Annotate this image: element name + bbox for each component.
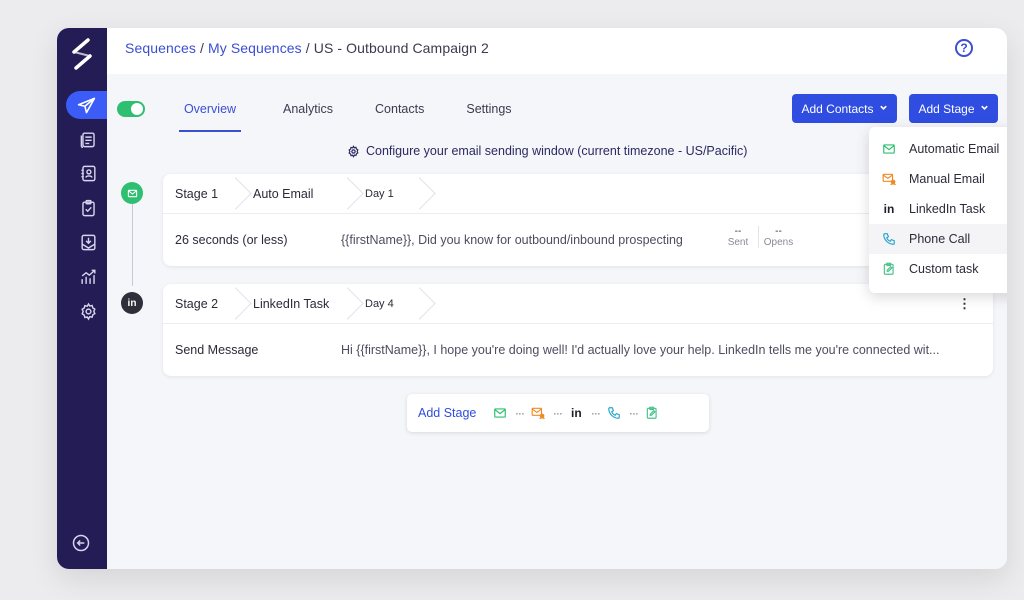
stage-message-preview: {{firstName}}, Did you know for outbound… bbox=[341, 233, 683, 247]
tab-settings[interactable]: Settings bbox=[466, 94, 511, 132]
linkedin-icon: in bbox=[883, 202, 895, 216]
add-stage-button[interactable]: Add Stage bbox=[909, 94, 998, 123]
sequence-active-toggle[interactable] bbox=[117, 101, 145, 117]
nav-templates[interactable] bbox=[68, 125, 108, 153]
nav-contacts[interactable] bbox=[68, 159, 108, 187]
collapse-icon[interactable] bbox=[71, 533, 91, 553]
separator-dots: ··· bbox=[514, 406, 525, 420]
chevron-down-icon bbox=[879, 103, 888, 115]
send-icon bbox=[77, 97, 96, 113]
manual-email-icon[interactable] bbox=[530, 405, 546, 421]
task-icon[interactable] bbox=[644, 405, 660, 421]
stage-stats: -- Sent -- Opens bbox=[718, 226, 798, 248]
nav-settings[interactable] bbox=[68, 297, 108, 325]
add-stage-link[interactable]: Add Stage bbox=[418, 406, 476, 420]
menu-item-linkedin-task[interactable]: in LinkedIn Task › bbox=[869, 194, 1007, 224]
separator-dots: ··· bbox=[552, 406, 563, 420]
stage-action: Send Message bbox=[175, 343, 259, 357]
app-window: Sequences / My Sequences / US - Outbound… bbox=[57, 28, 1007, 569]
menu-item-automatic-email[interactable]: Automatic Email bbox=[869, 134, 1007, 164]
stage-delay: 26 seconds (or less) bbox=[175, 233, 288, 247]
sidebar bbox=[57, 28, 107, 569]
stat-opens-value: -- bbox=[775, 226, 782, 237]
nav-sequences[interactable] bbox=[66, 91, 107, 119]
stage-number: Stage 2 bbox=[163, 284, 241, 323]
contacts-book-icon bbox=[80, 165, 96, 181]
menu-item-manual-email[interactable]: Manual Email bbox=[869, 164, 1007, 194]
add-stage-bar: Add Stage ··· ··· in ··· ··· bbox=[407, 394, 709, 432]
stat-sent-value: -- bbox=[734, 226, 742, 237]
templates-icon bbox=[80, 131, 95, 148]
stage-message-preview: Hi {{firstName}}, I hope you're doing we… bbox=[341, 343, 940, 357]
menu-item-label: Custom task bbox=[909, 262, 979, 276]
tab-overview[interactable]: Overview bbox=[179, 94, 241, 132]
nav-reports[interactable] bbox=[68, 263, 108, 291]
separator-dots: ··· bbox=[628, 406, 639, 420]
menu-item-phone-call[interactable]: Phone Call bbox=[869, 224, 1007, 254]
breadcrumb-sequences[interactable]: Sequences bbox=[125, 40, 196, 56]
timeline-connector bbox=[132, 204, 133, 286]
manual-email-icon bbox=[881, 171, 897, 187]
inbox-icon bbox=[80, 234, 96, 250]
phone-icon[interactable] bbox=[606, 405, 622, 421]
stat-sent: -- Sent bbox=[718, 226, 758, 248]
tab-bar: Overview Analytics Contacts Settings bbox=[179, 94, 554, 132]
stage-day: Day 1 bbox=[353, 174, 425, 213]
breadcrumb-separator: / bbox=[199, 40, 204, 56]
chevron-down-icon bbox=[980, 103, 989, 115]
stat-opens: -- Opens bbox=[758, 226, 798, 248]
menu-item-label: Phone Call bbox=[909, 232, 971, 246]
add-contacts-label: Add Contacts bbox=[801, 101, 874, 116]
breadcrumb-my-sequences[interactable]: My Sequences bbox=[208, 40, 302, 56]
linkedin-icon[interactable]: in bbox=[568, 405, 584, 421]
gear-icon bbox=[348, 144, 359, 158]
stage-number: Stage 1 bbox=[163, 174, 241, 213]
tab-analytics[interactable]: Analytics bbox=[283, 94, 333, 132]
stat-opens-label: Opens bbox=[763, 237, 794, 248]
separator-dots: ··· bbox=[590, 406, 601, 420]
breadcrumb-current: US - Outbound Campaign 2 bbox=[313, 40, 489, 56]
clipboard-check-icon bbox=[81, 199, 95, 216]
breadcrumb: Sequences / My Sequences / US - Outbound… bbox=[125, 40, 489, 56]
linkedin-icon: in bbox=[121, 292, 143, 314]
menu-item-label: LinkedIn Task bbox=[909, 202, 986, 216]
gear-icon bbox=[80, 302, 96, 320]
stage-day: Day 4 bbox=[353, 284, 425, 323]
sending-window-link[interactable]: Configure your email sending window (cur… bbox=[347, 144, 747, 158]
main-content: Sequences / My Sequences / US - Outbound… bbox=[107, 28, 1007, 569]
menu-item-label: Automatic Email bbox=[909, 142, 1000, 156]
stage-card[interactable]: Stage 2 LinkedIn Task Day 4 Send Message… bbox=[163, 284, 993, 376]
nav-tasks[interactable] bbox=[68, 194, 108, 222]
stage-type: Auto Email bbox=[241, 174, 353, 213]
app-logo[interactable] bbox=[70, 36, 94, 72]
top-bar: Sequences / My Sequences / US - Outbound… bbox=[107, 28, 1007, 74]
tab-contacts[interactable]: Contacts bbox=[375, 94, 424, 132]
more-options-icon[interactable]: ⋮ bbox=[958, 296, 971, 312]
help-icon[interactable]: ? bbox=[955, 39, 973, 57]
chart-trend-icon bbox=[80, 269, 96, 284]
add-stage-dropdown: Automatic Email Manual Email in LinkedIn… bbox=[869, 127, 1007, 293]
add-contacts-button[interactable]: Add Contacts bbox=[792, 94, 897, 123]
stage-body: Send Message Hi {{firstName}}, I hope yo… bbox=[163, 324, 993, 376]
email-icon bbox=[881, 141, 897, 157]
stat-sent-label: Sent bbox=[727, 237, 749, 248]
stage-header: Stage 2 LinkedIn Task Day 4 bbox=[163, 284, 993, 324]
nav-inbox[interactable] bbox=[68, 228, 108, 256]
task-icon bbox=[881, 261, 897, 277]
menu-item-custom-task[interactable]: Custom task bbox=[869, 254, 1007, 284]
stage-type: LinkedIn Task bbox=[241, 284, 353, 323]
phone-icon bbox=[881, 231, 897, 247]
add-stage-label: Add Stage bbox=[918, 101, 975, 116]
breadcrumb-separator: / bbox=[305, 40, 310, 56]
email-icon bbox=[121, 182, 143, 204]
email-icon[interactable] bbox=[492, 405, 508, 421]
menu-item-label: Manual Email bbox=[909, 172, 985, 186]
sending-window-text: Configure your email sending window (cur… bbox=[366, 144, 748, 158]
